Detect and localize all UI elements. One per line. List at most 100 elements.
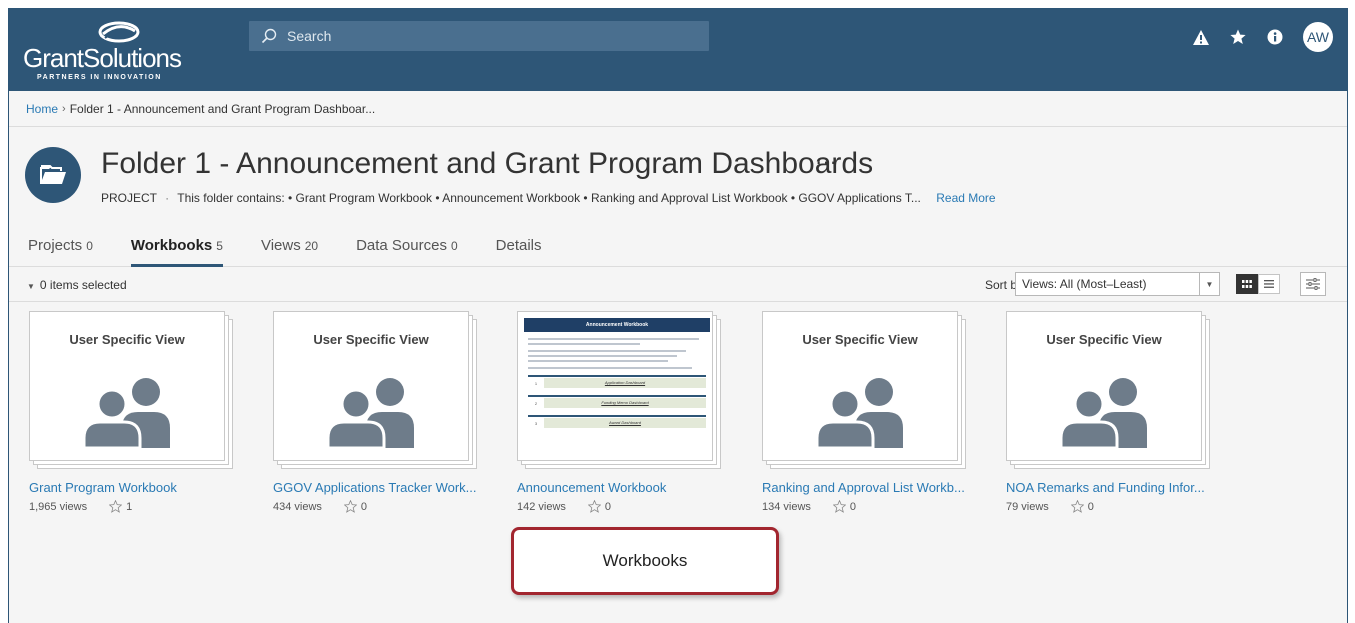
header-actions: AW (1192, 22, 1333, 52)
sort-select[interactable]: Views: All (Most–Least) ▼ (1015, 272, 1220, 296)
filter-sliders-icon (1306, 278, 1320, 290)
workbook-card[interactable]: User Specific View Ranking and Approval … (762, 311, 972, 513)
selection-count: 0 items selected (39, 278, 127, 292)
favorite-star-icon[interactable] (109, 500, 123, 513)
chevron-down-icon: ▼ (1199, 273, 1219, 295)
preview-row-label: Application Dashboard (544, 378, 706, 388)
preview-header: Announcement Workbook (524, 318, 710, 332)
preview-row-number: 3 (534, 420, 538, 426)
workbook-card[interactable]: Announcement Workbook 1 Application Dashb… (517, 311, 727, 513)
tab-workbooks[interactable]: Workbooks 5 (130, 227, 224, 267)
workbook-thumbnail[interactable]: Announcement Workbook 1 Application Dashb… (517, 311, 727, 471)
tab-count: 0 (450, 239, 458, 253)
tab-label: Views (260, 237, 301, 254)
tab-count: 20 (304, 239, 319, 253)
users-icon (82, 378, 170, 448)
users-icon (326, 378, 414, 448)
preview-row-number: 1 (534, 380, 538, 386)
breadcrumb-current: Folder 1 - Announcement and Grant Progra… (69, 101, 376, 116)
favorite-star-icon[interactable] (587, 500, 601, 513)
thumbnail-title: User Specific View (802, 332, 918, 347)
logo-swirl-icon (98, 21, 140, 43)
favorite-star-icon[interactable] (1070, 500, 1084, 513)
tab-count: 0 (86, 239, 93, 253)
search-icon (261, 28, 277, 44)
workbook-meta: 1,965 views 1 (29, 500, 239, 513)
tab-label: Workbooks (130, 237, 213, 254)
page-title: Folder 1 - Announcement and Grant Progra… (101, 147, 874, 180)
preview-row: 1 Application Dashboard (528, 375, 706, 389)
project-description: PROJECT · This folder contains: • Grant … (101, 191, 996, 205)
workbook-card[interactable]: User Specific View GGOV Applications Tra… (273, 311, 483, 513)
filter-button[interactable] (1300, 272, 1326, 296)
grantsolutions-logo[interactable]: GrantSolutions PARTNERS IN INNOVATION (23, 19, 198, 83)
tab-data-sources[interactable]: Data Sources 0 (356, 227, 458, 267)
workbook-card[interactable]: User Specific View NOA Remarks and Fundi… (1006, 311, 1216, 513)
grid-view-button[interactable] (1236, 274, 1258, 294)
thumbnail-title: User Specific View (313, 332, 429, 347)
users-icon (1059, 378, 1147, 448)
view-count: 434 views (273, 500, 322, 513)
favorite-star-icon[interactable] (343, 500, 357, 513)
content-toolbar: ▼ 0 items selected Sort by Views: All (Mo… (9, 268, 1347, 302)
folder-icon (25, 147, 81, 203)
search-placeholder: Search (287, 28, 332, 44)
preview-row-number: 2 (534, 400, 538, 406)
workbook-name-link[interactable]: Grant Program Workbook (29, 480, 239, 495)
alert-icon[interactable] (1192, 28, 1210, 46)
workbook-thumbnail[interactable]: User Specific View (29, 311, 239, 471)
read-more-link[interactable]: Read More (936, 191, 995, 205)
view-count: 134 views (762, 500, 811, 513)
workbook-thumbnail[interactable]: User Specific View (1006, 311, 1216, 471)
favorites-star-icon[interactable] (1229, 28, 1247, 46)
grid-view-icon (1242, 280, 1252, 288)
tab-label: Data Sources (356, 237, 447, 254)
preview-row-label: Funding Memo Dashboard (544, 398, 706, 408)
workbook-meta: 134 views 0 (762, 500, 972, 513)
preview-row-label: Award Dashboard (544, 418, 706, 428)
info-icon[interactable] (1266, 28, 1284, 46)
preview-row: 3 Award Dashboard (528, 415, 706, 429)
preview-row: 2 Funding Memo Dashboard (528, 395, 706, 409)
sort-value: Views: All (Most–Least) (1022, 277, 1147, 291)
workbook-name-link[interactable]: GGOV Applications Tracker Work... (273, 480, 483, 495)
logo-tagline: PARTNERS IN INNOVATION (37, 74, 162, 81)
favorite-star-icon[interactable] (832, 500, 846, 513)
workbook-meta: 434 views 0 (273, 500, 483, 513)
search-input[interactable]: Search (249, 21, 709, 51)
tab-details[interactable]: Details (496, 227, 542, 267)
favorite-count: 0 (1087, 500, 1094, 513)
selection-dropdown[interactable]: ▼ 0 items selected (27, 278, 127, 292)
tab-views[interactable]: Views 20 (261, 227, 318, 267)
thumbnail-title: User Specific View (69, 332, 185, 347)
favorite-count: 0 (604, 500, 612, 513)
favorite-count: 0 (360, 500, 368, 513)
tab-label: Details (495, 237, 542, 254)
workbooks-callout: Workbooks (511, 527, 779, 595)
breadcrumb: Home › Folder 1 - Announcement and Grant… (9, 91, 1347, 127)
workbook-name-link[interactable]: NOA Remarks and Funding Infor... (1006, 480, 1216, 495)
view-count: 1,965 views (29, 500, 88, 513)
announcement-dashboard-preview: Announcement Workbook 1 Application Dashb… (524, 318, 710, 458)
description-dot: · (165, 191, 170, 205)
workbook-thumbnail[interactable]: User Specific View (762, 311, 972, 471)
workbook-name-link[interactable]: Announcement Workbook (517, 480, 727, 495)
user-avatar[interactable]: AW (1303, 22, 1333, 52)
tab-projects[interactable]: Projects 0 (28, 227, 93, 267)
tab-label: Projects (28, 237, 83, 254)
tab-count: 5 (216, 239, 223, 253)
more-actions-button[interactable]: ··· (815, 149, 837, 175)
favorite-count: 1 (126, 500, 133, 513)
workbook-meta: 79 views 0 (1006, 500, 1216, 513)
breadcrumb-separator: › (62, 102, 66, 115)
view-count: 79 views (1006, 500, 1049, 513)
top-header: GrantSolutions PARTNERS IN INNOVATION Se… (9, 9, 1347, 91)
breadcrumb-home-link[interactable]: Home (26, 102, 58, 116)
logo-wordmark: GrantSolutions (23, 43, 182, 73)
workbook-card[interactable]: User Specific View Grant Program Workboo… (29, 311, 239, 513)
list-view-icon (1264, 280, 1274, 288)
workbook-thumbnail[interactable]: User Specific View (273, 311, 483, 471)
workbook-name-link[interactable]: Ranking and Approval List Workb... (762, 480, 972, 495)
workbook-meta: 142 views 0 (517, 500, 727, 513)
list-view-button[interactable] (1258, 274, 1280, 294)
